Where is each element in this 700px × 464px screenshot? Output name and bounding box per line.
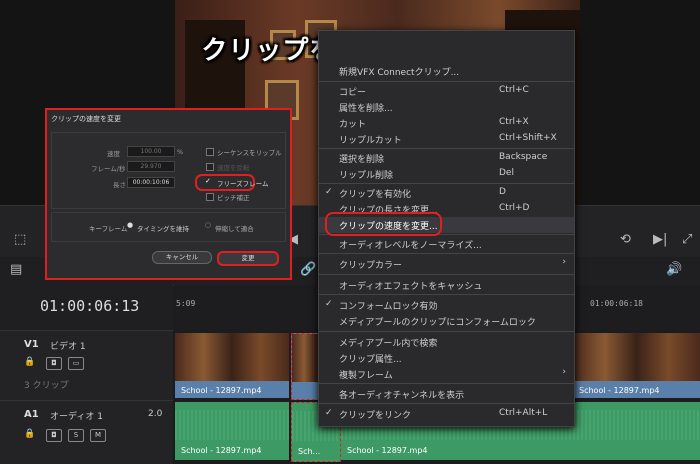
check-icon: ✓: [325, 408, 333, 418]
menu-item-ripple-delete[interactable]: リップル削除 Del: [319, 166, 574, 182]
menu-item-cache-audio-effects[interactable]: オーディオエフェクトをキャッシュ: [319, 277, 574, 293]
chevron-right-icon: ›: [562, 367, 566, 377]
track-name: ビデオ 1: [50, 342, 86, 352]
video-track-header: V1 ビデオ 1 🔒 ◘ ▭ 3 クリップ: [0, 330, 173, 401]
audio-clip[interactable]: School - 12897.mp4: [175, 402, 289, 460]
track-enable-icon[interactable]: ▭: [68, 357, 84, 370]
audio-track-header: A1 オーディオ 1 2.0 🔒 ◘ S M: [0, 400, 173, 464]
clip-name: School - 12897.mp4: [347, 446, 428, 455]
menu-item-delete-selected[interactable]: 選択を削除 Backspace: [319, 150, 574, 166]
video-clip[interactable]: School - 12897.mp4: [573, 333, 700, 398]
menu-item-ripple-cut[interactable]: リップルカット Ctrl+Shift+X: [319, 131, 574, 147]
kf-option-stretch: 伸縮して適合: [215, 225, 254, 233]
timecode-display: 01:00:06:13: [0, 285, 173, 330]
fullscreen-icon[interactable]: ⤢: [682, 232, 692, 247]
menu-item-normalize-audio[interactable]: オーディオレベルをノーマライズ...: [319, 236, 574, 252]
skip-end-icon[interactable]: ▶|: [653, 232, 667, 247]
check-icon: ✓: [325, 299, 333, 309]
duration-input[interactable]: 00:00:10:06: [127, 177, 175, 188]
fps-label: フレーム/秒: [91, 165, 126, 173]
clip-name: Sch...: [298, 447, 321, 456]
ripple-label: シーケンスをリップル: [217, 149, 282, 157]
auto-select-icon[interactable]: ◘: [46, 357, 62, 370]
clip-name: School - 12897.mp4: [181, 386, 262, 395]
menu-item-find-in-media-pool[interactable]: メディアプール内で検索: [319, 334, 574, 350]
menu-item-enable-clip[interactable]: ✓ クリップを有効化 D: [319, 185, 574, 201]
check-icon: ✓: [325, 187, 333, 197]
menu-item-duplicate-frames[interactable]: 複製フレーム ›: [319, 366, 574, 382]
speed-label: 速度: [107, 150, 120, 158]
lock-icon[interactable]: 🔒: [24, 357, 35, 367]
speed-input[interactable]: 100.00: [127, 146, 175, 157]
highlight-ring: [325, 212, 442, 236]
loop-icon[interactable]: ⟲: [620, 232, 631, 247]
lock-icon[interactable]: 🔒: [24, 429, 35, 439]
video-clip[interactable]: School - 12897.mp4: [175, 333, 289, 398]
track-level: 2.0: [148, 409, 163, 419]
speed-unit: %: [177, 148, 184, 156]
menu-item-remove-attributes[interactable]: 属性を削除...: [319, 99, 574, 115]
timecode-value: 01:00:06:13: [40, 297, 140, 315]
pitch-label: ピッチ補正: [217, 194, 250, 202]
menu-item-conform-lock[interactable]: ✓ コンフォームロック有効: [319, 297, 574, 313]
menu-item-clip-color[interactable]: クリップカラー ›: [319, 256, 574, 272]
viewer-size-icon[interactable]: ⬚: [14, 232, 26, 247]
reverse-label: 速度を反転: [217, 164, 250, 172]
menu-item-cut[interactable]: カット Ctrl+X: [319, 115, 574, 131]
ripple-checkbox[interactable]: [206, 148, 214, 156]
volume-icon[interactable]: 🔊: [666, 262, 682, 277]
menu-item-link-clips[interactable]: ✓ クリップをリンク Ctrl+Alt+L: [319, 406, 574, 422]
menu-item-clip-attributes[interactable]: クリップ属性...: [319, 350, 574, 366]
chevron-right-icon: ›: [562, 257, 566, 267]
duration-label: 長さ: [113, 181, 126, 189]
apply-button[interactable]: 変更: [217, 251, 279, 266]
menu-item-conform-lock-media-pool[interactable]: メディアプールのクリップにコンフォームロック: [319, 313, 574, 329]
freeze-check-icon[interactable]: ✓: [205, 177, 211, 185]
link-icon[interactable]: 🔗: [300, 262, 316, 277]
dialog-title: クリップの速度を変更: [51, 115, 121, 123]
clip-name: School - 12897.mp4: [181, 446, 262, 455]
radio-selected-icon[interactable]: ●: [127, 221, 133, 229]
menu-item-copy[interactable]: コピー Ctrl+C: [319, 83, 574, 99]
mute-button[interactable]: M: [90, 429, 106, 442]
auto-select-icon[interactable]: ◘: [46, 429, 62, 442]
ruler-label: 01:00:06:18: [590, 299, 643, 308]
radio-icon[interactable]: ○: [205, 221, 211, 229]
kf-option-maintain: タイミングを維持: [137, 225, 189, 233]
ruler-label: 5:09: [176, 299, 196, 308]
clip-name: School - 12897.mp4: [579, 386, 660, 395]
track-id: V1: [24, 339, 39, 350]
clip-count: 3 クリップ: [24, 381, 69, 391]
reverse-checkbox[interactable]: [206, 163, 214, 171]
menu-item-show-audio-channels[interactable]: 各オーディオチャンネルを表示: [319, 386, 574, 402]
menu-item-new-vfx-connect[interactable]: 新規VFX Connectクリップ...: [319, 63, 574, 79]
track-id: A1: [24, 409, 39, 420]
pitch-checkbox[interactable]: [206, 193, 214, 201]
change-speed-dialog: クリップの速度を変更 速度 100.00 % フレーム/秒 29.970 長さ …: [45, 108, 292, 280]
keyframe-label: キーフレーム: [89, 225, 128, 233]
solo-button[interactable]: S: [68, 429, 84, 442]
fps-input[interactable]: 29.970: [127, 161, 175, 172]
freeze-label: フリーズフレーム: [217, 180, 269, 188]
track-name: オーディオ 1: [50, 412, 103, 422]
cancel-button[interactable]: キャンセル: [152, 251, 212, 264]
timeline-view-icon[interactable]: ▤: [10, 262, 22, 277]
